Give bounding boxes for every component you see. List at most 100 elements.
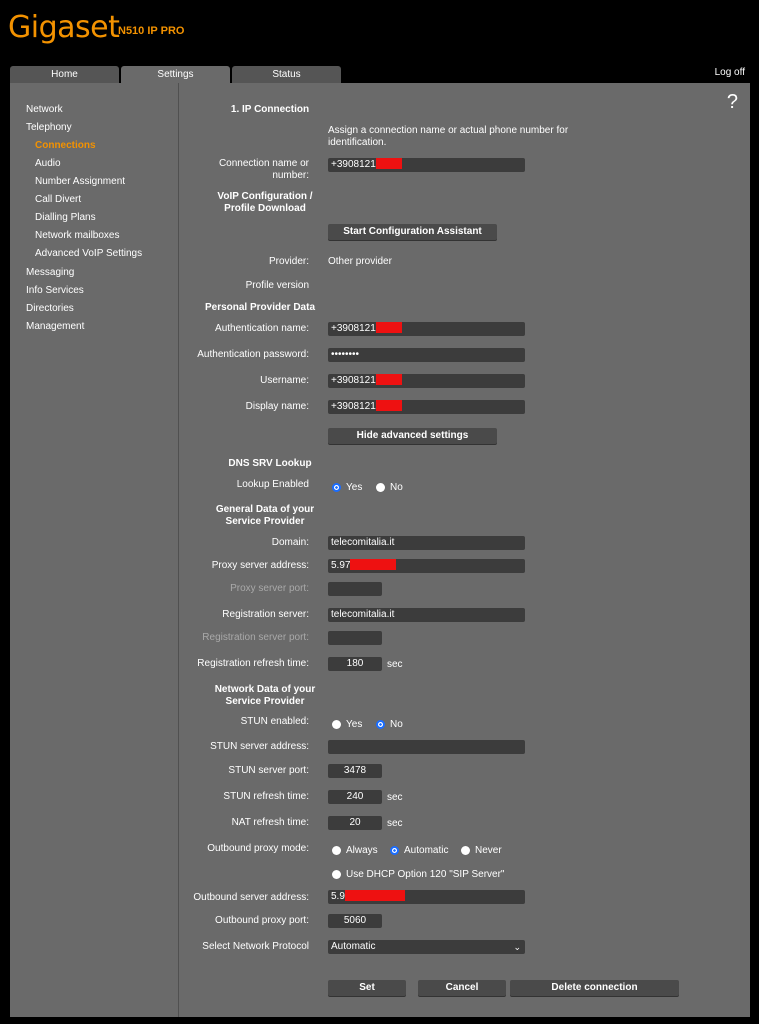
stun-address-input[interactable]: [328, 740, 525, 754]
proxy-address-label: Proxy server address:: [211, 560, 309, 571]
domain-input[interactable]: telecomitalia.it: [328, 536, 525, 550]
network-protocol-label: Select Network Protocol: [202, 941, 309, 952]
proxy-port-label: Proxy server port:: [230, 583, 309, 594]
nat-refresh-input[interactable]: 20: [328, 816, 382, 830]
stun-port-label: STUN server port:: [228, 765, 309, 776]
display-name-input[interactable]: +3908121: [328, 400, 525, 414]
tab-status[interactable]: Status: [232, 66, 341, 83]
display-name-value: +3908121: [331, 401, 376, 412]
registration-port-input[interactable]: [328, 631, 382, 645]
redaction-mark: [375, 374, 402, 385]
sidebar-item-info-services[interactable]: Info Services: [26, 285, 84, 296]
sec-unit: sec: [387, 818, 403, 829]
username-value: +3908121: [331, 375, 376, 386]
provider-label: Provider:: [268, 256, 309, 267]
tab-home[interactable]: Home: [10, 66, 119, 83]
stun-port-input[interactable]: 3478: [328, 764, 382, 778]
auth-name-input[interactable]: +3908121: [328, 322, 525, 336]
lookup-no-radio[interactable]: No: [376, 482, 403, 493]
conn-name-label: Connection name or number:: [218, 158, 309, 181]
nat-refresh-label: NAT refresh time:: [231, 817, 309, 828]
sidebar-item-management[interactable]: Management: [26, 321, 84, 332]
radio-label: No: [390, 482, 403, 493]
dhcp-option-radio[interactable]: Use DHCP Option 120 "SIP Server": [332, 869, 504, 880]
registration-refresh-input[interactable]: 180: [328, 657, 382, 671]
registration-server-input[interactable]: telecomitalia.it: [328, 608, 525, 622]
section-personal-provider: Personal Provider Data: [204, 302, 316, 313]
username-label: Username:: [260, 375, 309, 386]
outbound-address-input[interactable]: 5.9: [328, 890, 525, 904]
radio-unselected-icon: [461, 846, 470, 855]
lookup-enabled-label: Lookup Enabled: [236, 479, 309, 490]
redaction-mark: [350, 559, 397, 570]
sidebar-item-directories[interactable]: Directories: [26, 303, 74, 314]
auth-name-label: Authentication name:: [215, 323, 309, 334]
start-config-assistant-button[interactable]: Start Configuration Assistant: [328, 224, 497, 240]
tab-settings[interactable]: Settings: [121, 66, 230, 83]
redaction-mark: [375, 400, 402, 411]
radio-label: Yes: [346, 482, 363, 493]
outbound-port-input[interactable]: 5060: [328, 914, 382, 928]
outbound-always-radio[interactable]: Always: [332, 845, 378, 856]
outbound-never-radio[interactable]: Never: [461, 845, 502, 856]
registration-port-label: Registration server port:: [202, 632, 309, 643]
sidebar-item-advanced-voip[interactable]: Advanced VoIP Settings: [35, 248, 142, 259]
radio-unselected-icon: [332, 870, 341, 879]
cancel-button[interactable]: Cancel: [418, 980, 506, 996]
proxy-address-input[interactable]: 5.97: [328, 559, 525, 573]
username-input[interactable]: +3908121: [328, 374, 525, 388]
sidebar-item-telephony[interactable]: Telephony: [26, 122, 72, 133]
radio-unselected-icon: [332, 846, 341, 855]
registration-refresh-label: Registration refresh time:: [197, 658, 309, 669]
conn-name-value: +3908121: [331, 159, 376, 170]
delete-connection-button[interactable]: Delete connection: [510, 980, 679, 996]
radio-label: Yes: [346, 719, 363, 730]
auth-password-input[interactable]: ••••••••: [328, 348, 525, 362]
section-ip-connection: 1. IP Connection: [230, 104, 310, 115]
auth-password-label: Authentication password:: [197, 349, 309, 360]
stun-address-label: STUN server address:: [210, 741, 309, 752]
domain-label: Domain:: [271, 537, 309, 548]
sidebar-item-messaging[interactable]: Messaging: [26, 267, 74, 278]
outbound-automatic-radio[interactable]: Automatic: [390, 845, 448, 856]
hide-advanced-button[interactable]: Hide advanced settings: [328, 428, 497, 444]
sidebar-item-network[interactable]: Network: [26, 104, 63, 115]
stun-yes-radio[interactable]: Yes: [332, 719, 362, 730]
outbound-mode-label: Outbound proxy mode:: [207, 843, 309, 854]
protocol-value: Automatic: [331, 941, 376, 952]
sidebar-item-dialling-plans[interactable]: Dialling Plans: [35, 212, 96, 223]
radio-label: No: [390, 719, 403, 730]
radio-selected-icon: [390, 846, 399, 855]
radio-label: Always: [346, 845, 378, 856]
radio-selected-icon: [376, 720, 385, 729]
voip-config-label: VoIP Configuration / Profile Download: [217, 191, 313, 214]
sec-unit: sec: [387, 659, 403, 670]
stun-no-radio[interactable]: No: [376, 719, 403, 730]
sec-unit: sec: [387, 792, 403, 803]
help-icon[interactable]: ?: [727, 91, 738, 114]
sidebar-item-audio[interactable]: Audio: [35, 158, 61, 169]
proxy-port-input[interactable]: [328, 582, 382, 596]
radio-label: Automatic: [404, 845, 449, 856]
outbound-port-label: Outbound proxy port:: [215, 915, 309, 926]
network-protocol-select[interactable]: Automatic ⌄: [328, 940, 525, 954]
set-button[interactable]: Set: [328, 980, 406, 996]
model-name: N510 IP PRO: [118, 25, 185, 37]
registration-server-label: Registration server:: [222, 609, 309, 620]
outbound-address-label: Outbound server address:: [193, 892, 309, 903]
log-off-link[interactable]: Log off: [715, 67, 745, 78]
conn-name-input[interactable]: +3908121: [328, 158, 525, 172]
provider-value: Other provider: [328, 256, 392, 267]
chevron-down-icon: ⌄: [513, 942, 521, 952]
redaction-mark: [375, 322, 402, 333]
sidebar-item-number-assignment[interactable]: Number Assignment: [35, 176, 125, 187]
sidebar-item-connections[interactable]: Connections: [35, 140, 96, 151]
gigaset-logo: Gigaset: [8, 10, 120, 45]
lookup-yes-radio[interactable]: Yes: [332, 482, 362, 493]
stun-enabled-label: STUN enabled:: [240, 716, 309, 727]
stun-refresh-input[interactable]: 240: [328, 790, 382, 804]
assign-note: Assign a connection name or actual phone…: [328, 125, 569, 148]
section-dns-srv: DNS SRV Lookup: [228, 458, 312, 469]
sidebar-item-network-mailboxes[interactable]: Network mailboxes: [35, 230, 119, 241]
sidebar-item-call-divert[interactable]: Call Divert: [35, 194, 81, 205]
